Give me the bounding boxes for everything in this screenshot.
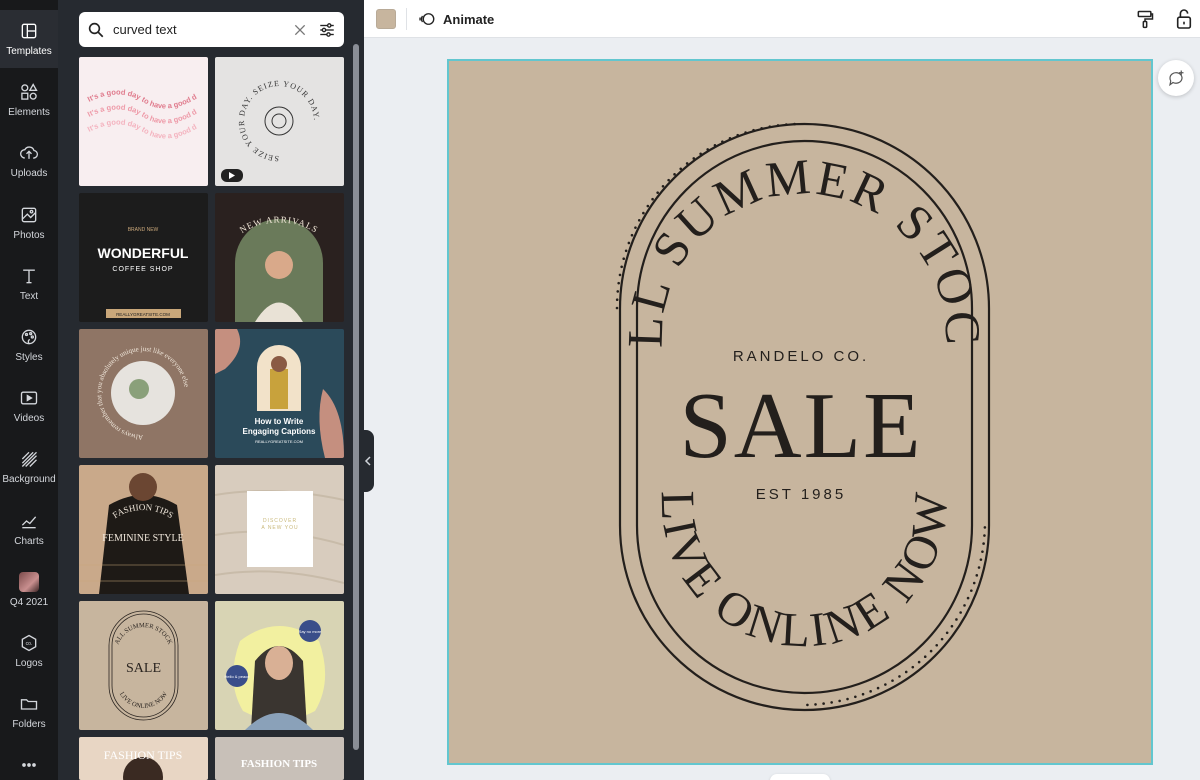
sidebar-item-label: Elements — [8, 107, 50, 119]
svg-text:BRAND NEW: BRAND NEW — [128, 227, 159, 233]
lock-icon[interactable] — [1175, 8, 1193, 30]
sidebar-item-styles[interactable]: Styles — [0, 316, 58, 374]
svg-text:How to Write: How to Write — [255, 417, 304, 426]
collapse-panel-button[interactable] — [362, 430, 374, 492]
animate-button[interactable]: Animate — [418, 8, 494, 30]
charts-icon — [21, 515, 37, 528]
svg-text:FEMININE STYLE: FEMININE STYLE — [102, 533, 183, 544]
template-thumbnail[interactable]: How to Write Engaging Captions REALLYGRE… — [215, 329, 344, 458]
sidebar-item-charts[interactable]: Charts — [0, 500, 58, 558]
template-thumbnail[interactable]: FASHION TIPS — [215, 737, 344, 780]
elements-icon — [21, 83, 38, 100]
left-nav-rail: Templates Elements Uploads Photos Text Styles… — [0, 0, 58, 780]
background-icon — [21, 452, 37, 468]
sidebar-item-label: Photos — [13, 229, 45, 241]
sidebar-item-elements[interactable]: Elements — [0, 71, 58, 129]
svg-text:Engaging Captions: Engaging Captions — [243, 427, 316, 436]
template-thumbnail[interactable]: Say no more Hello & peace — [215, 601, 344, 730]
sidebar-item-q4-2021[interactable]: Q4 2021 — [0, 561, 58, 619]
design-artwork: ALL SUMMER STOCK RANDELO CO. SALE EST 19… — [449, 61, 1151, 763]
brand-name: RANDELO CO. — [733, 348, 869, 365]
design-canvas[interactable]: ALL SUMMER STOCK RANDELO CO. SALE EST 19… — [447, 59, 1153, 765]
templates-panel: It's a good day to have a good day It's … — [58, 0, 364, 780]
sidebar-item-label: Videos — [13, 413, 45, 425]
template-thumbnail[interactable]: BRAND NEW WONDERFUL COFFEE SHOP REALLYGR… — [79, 193, 208, 322]
sidebar-item-folders[interactable]: Folders — [0, 683, 58, 741]
photos-icon — [21, 207, 37, 222]
page-pill[interactable] — [770, 774, 830, 780]
uploads-icon — [20, 146, 38, 160]
template-thumbnail[interactable]: DISCOVER A NEW YOU — [215, 465, 344, 594]
templates-icon — [21, 23, 37, 39]
sidebar-item-videos[interactable]: Videos — [0, 377, 58, 435]
svg-text:co.: co. — [26, 641, 33, 647]
search-icon — [88, 22, 104, 37]
template-thumbnail[interactable]: SEIZE YOUR DAY. SEIZE YOUR DAY. — [215, 57, 344, 186]
svg-text:REALLYGREATSITE.COM: REALLYGREATSITE.COM — [255, 439, 303, 444]
filter-icon[interactable] — [318, 21, 336, 39]
svg-text:Hello & peace: Hello & peace — [225, 674, 251, 679]
paint-roller-icon[interactable] — [1135, 8, 1155, 30]
comment-plus-icon — [1169, 70, 1184, 87]
template-thumbnail[interactable]: It's a good day to have a good day It's … — [79, 57, 208, 186]
panel-scrollbar[interactable] — [353, 44, 359, 750]
sidebar-item-logos[interactable]: co. Logos — [0, 622, 58, 680]
template-thumbnail[interactable]: FASHION TIPS FEMININE STYLE — [79, 465, 208, 594]
search-input[interactable] — [113, 22, 292, 37]
sale-headline: SALE — [680, 374, 923, 478]
template-thumbnail[interactable]: ALL SUMMER STOCK SALE LIVE ONLINE NOW — [79, 601, 208, 730]
more-icon — [22, 763, 36, 768]
svg-text:Say no more: Say no more — [299, 629, 322, 634]
sidebar-item-label: Text — [19, 290, 39, 302]
editor-toolbar: Animate — [364, 0, 1200, 38]
sidebar-item-label: Charts — [14, 535, 44, 547]
svg-text:COFFEE SHOP: COFFEE SHOP — [112, 266, 173, 273]
sidebar-item-text[interactable]: Text — [0, 255, 58, 313]
sidebar-item-more[interactable]: More — [0, 744, 58, 780]
svg-text:DISCOVER: DISCOVER — [263, 518, 297, 524]
svg-text:A NEW YOU: A NEW YOU — [261, 525, 298, 531]
svg-text:FASHION TIPS: FASHION TIPS — [104, 748, 183, 762]
est-year: EST 1985 — [756, 486, 846, 503]
svg-text:FASHION TIPS: FASHION TIPS — [241, 758, 317, 770]
sidebar-item-label: Templates — [6, 46, 52, 57]
svg-text:SALE: SALE — [126, 661, 161, 676]
text-icon — [23, 269, 35, 284]
search-bar — [79, 12, 344, 47]
toolbar-divider — [406, 8, 407, 30]
animate-icon — [419, 13, 435, 25]
clear-search-icon[interactable] — [292, 22, 308, 38]
sidebar-item-background[interactable]: Background — [0, 438, 58, 496]
svg-text:REALLYGREATSITE.COM: REALLYGREATSITE.COM — [116, 312, 170, 317]
svg-text:WONDERFUL: WONDERFUL — [98, 245, 189, 261]
styles-icon — [21, 329, 37, 345]
sidebar-item-label: Uploads — [10, 168, 48, 180]
sidebar-item-photos[interactable]: Photos — [0, 194, 58, 252]
animate-label: Animate — [443, 11, 495, 27]
folder-thumbnail-icon — [19, 571, 39, 592]
sidebar-item-label: Background — [2, 474, 56, 486]
template-thumbnail[interactable]: NEW ARRIVALS — [215, 193, 344, 322]
sidebar-item-label: Folders — [12, 719, 46, 731]
sidebar-item-uploads[interactable]: Uploads — [0, 132, 58, 190]
sidebar-item-templates[interactable]: Templates — [0, 10, 58, 68]
sidebar-item-label: Styles — [15, 352, 43, 363]
template-thumbnail[interactable]: FASHION TIPS — [79, 737, 208, 780]
logos-icon: co. — [21, 634, 37, 652]
sidebar-item-label: Logos — [15, 658, 43, 669]
chevron-left-icon — [364, 456, 371, 466]
videos-icon — [20, 391, 38, 405]
color-swatch[interactable] — [376, 9, 396, 29]
folders-icon — [20, 699, 38, 710]
add-comment-button[interactable] — [1158, 60, 1194, 96]
sidebar-item-label: Q4 2021 — [9, 596, 49, 608]
template-thumbnail[interactable]: Always remember that you absolutely uniq… — [79, 329, 208, 458]
